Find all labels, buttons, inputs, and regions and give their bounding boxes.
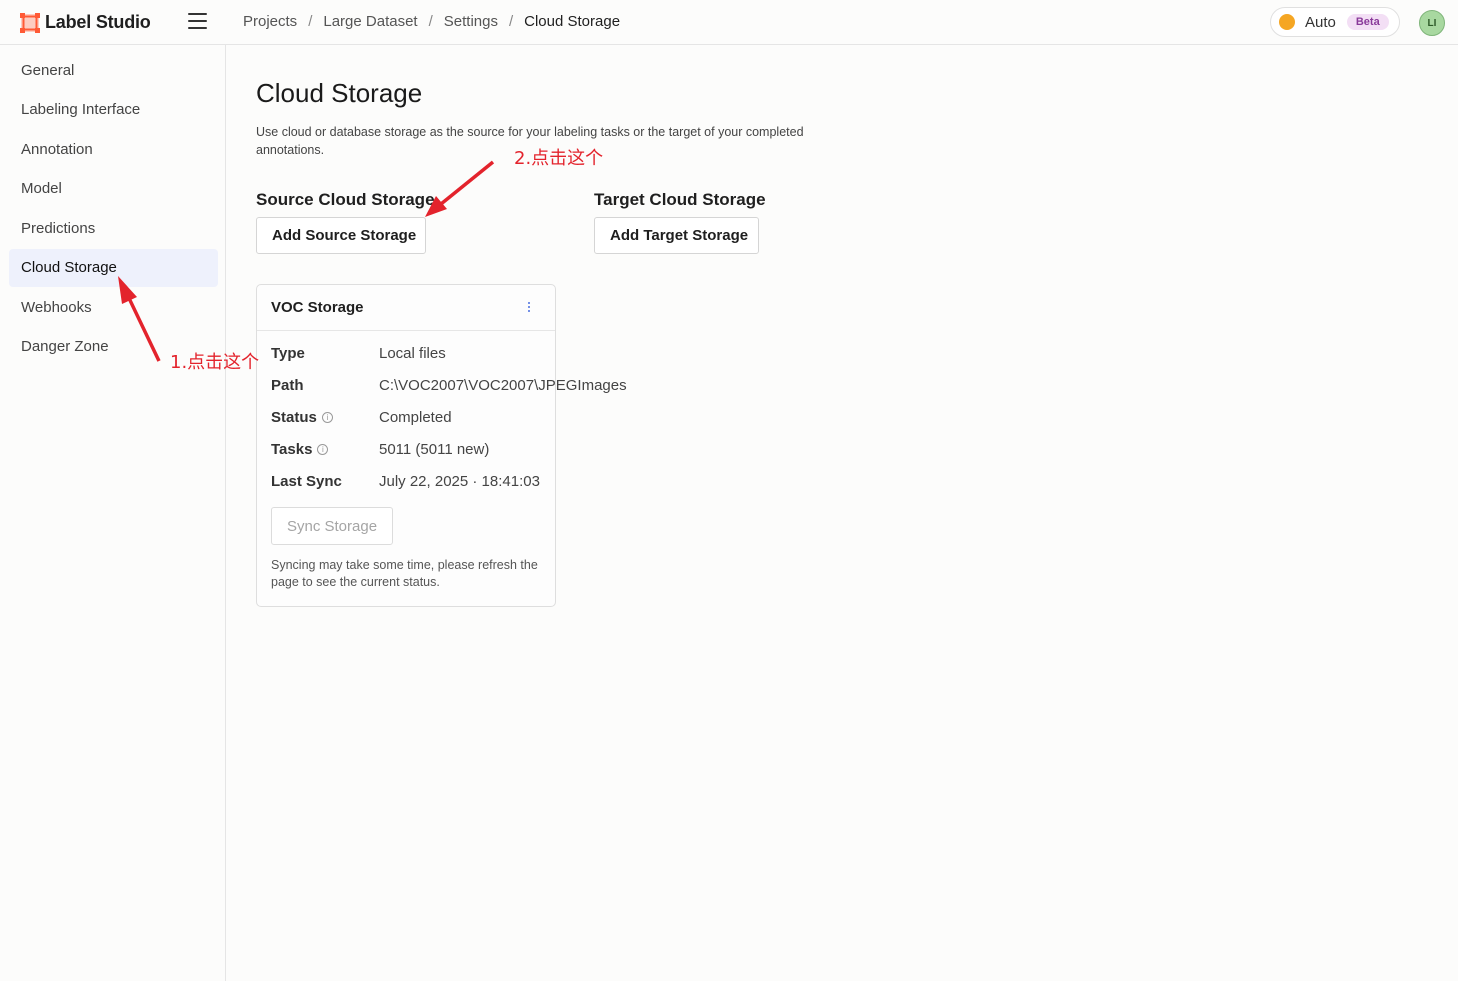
storage-field-path: Path C:\VOC2007\VOC2007\JPEGImages: [271, 377, 627, 394]
sync-storage-button[interactable]: Sync Storage: [271, 507, 394, 545]
breadcrumb-separator: /: [308, 13, 313, 30]
info-icon[interactable]: i: [321, 412, 333, 423]
more-vertical-icon[interactable]: [521, 299, 537, 315]
field-label-wrap: Tasks i: [271, 441, 379, 458]
sidebar-divider: [225, 45, 226, 981]
sidebar-item-webhooks[interactable]: Webhooks: [9, 288, 218, 326]
field-label: Type: [271, 345, 305, 362]
add-target-storage-button[interactable]: Add Target Storage: [594, 217, 759, 254]
breadcrumb-separator: /: [428, 13, 433, 30]
storage-card-title: VOC Storage: [257, 285, 555, 331]
top-bar: Label Studio Projects / Large Dataset / …: [0, 0, 1458, 45]
sun-icon: [1279, 14, 1295, 30]
storage-card: VOC Storage Type Local files Path C:\VOC…: [256, 284, 627, 607]
breadcrumb: Projects / Large Dataset / Settings / Cl…: [243, 13, 620, 30]
page-title: Cloud Storage: [256, 78, 423, 108]
breadcrumb-current: Cloud Storage: [524, 13, 621, 30]
user-avatar[interactable]: LI: [1419, 10, 1445, 36]
field-label: Last Sync: [271, 473, 342, 490]
sidebar-item-predictions[interactable]: Predictions: [9, 209, 218, 247]
settings-sidebar: General Labeling Interface Annotation Mo…: [9, 51, 218, 367]
annotation-step1: 1.点击这个: [170, 352, 260, 373]
storage-field-type: Type Local files: [271, 345, 446, 362]
sidebar-item-annotation[interactable]: Annotation: [9, 130, 218, 168]
hamburger-menu-icon[interactable]: [188, 13, 207, 31]
arrow-step2: [425, 160, 495, 217]
field-value: July 22, 2025 · 18:41:03: [379, 473, 540, 490]
app-logo[interactable]: Label Studio: [20, 12, 151, 33]
sidebar-item-cloud-storage[interactable]: Cloud Storage: [9, 248, 218, 287]
label-studio-logo-icon: [20, 12, 40, 33]
breadcrumb-settings[interactable]: Settings: [444, 13, 498, 30]
source-storage-title: Source Cloud Storage: [256, 190, 435, 209]
info-icon[interactable]: i: [317, 444, 329, 455]
sidebar-item-labeling-interface[interactable]: Labeling Interface: [9, 91, 218, 129]
sync-note: Syncing may take some time, please refre…: [271, 558, 538, 589]
theme-toggle[interactable]: Auto Beta: [1270, 7, 1400, 37]
target-storage-title: Target Cloud Storage: [594, 190, 766, 209]
field-value: Local files: [379, 345, 446, 362]
add-source-storage-button[interactable]: Add Source Storage: [256, 217, 426, 254]
field-label-wrap: Status i: [271, 409, 379, 426]
theme-label: Auto: [1305, 13, 1336, 31]
breadcrumb-project[interactable]: Large Dataset: [323, 13, 417, 30]
field-label: Path: [271, 377, 304, 394]
annotation-step2: 2.点击这个: [514, 148, 604, 169]
sidebar-item-model[interactable]: Model: [9, 170, 218, 208]
beta-badge: Beta: [1346, 14, 1389, 30]
field-label: Tasks: [271, 441, 313, 458]
breadcrumb-separator: /: [508, 13, 514, 30]
field-value: 5011 (5011 new): [379, 441, 490, 458]
field-value: C:\VOC2007\VOC2007\JPEGImages: [379, 377, 627, 394]
field-value: Completed: [379, 409, 452, 426]
breadcrumb-projects[interactable]: Projects: [243, 13, 297, 30]
storage-field-status: Status i Completed: [271, 409, 452, 426]
storage-field-last-sync: Last Sync July 22, 2025 · 18:41:03: [271, 473, 540, 490]
sidebar-item-general[interactable]: General: [9, 51, 218, 89]
field-label: Status: [271, 409, 317, 426]
app-name: Label Studio: [45, 12, 151, 32]
storage-field-tasks: Tasks i 5011 (5011 new): [271, 441, 489, 458]
